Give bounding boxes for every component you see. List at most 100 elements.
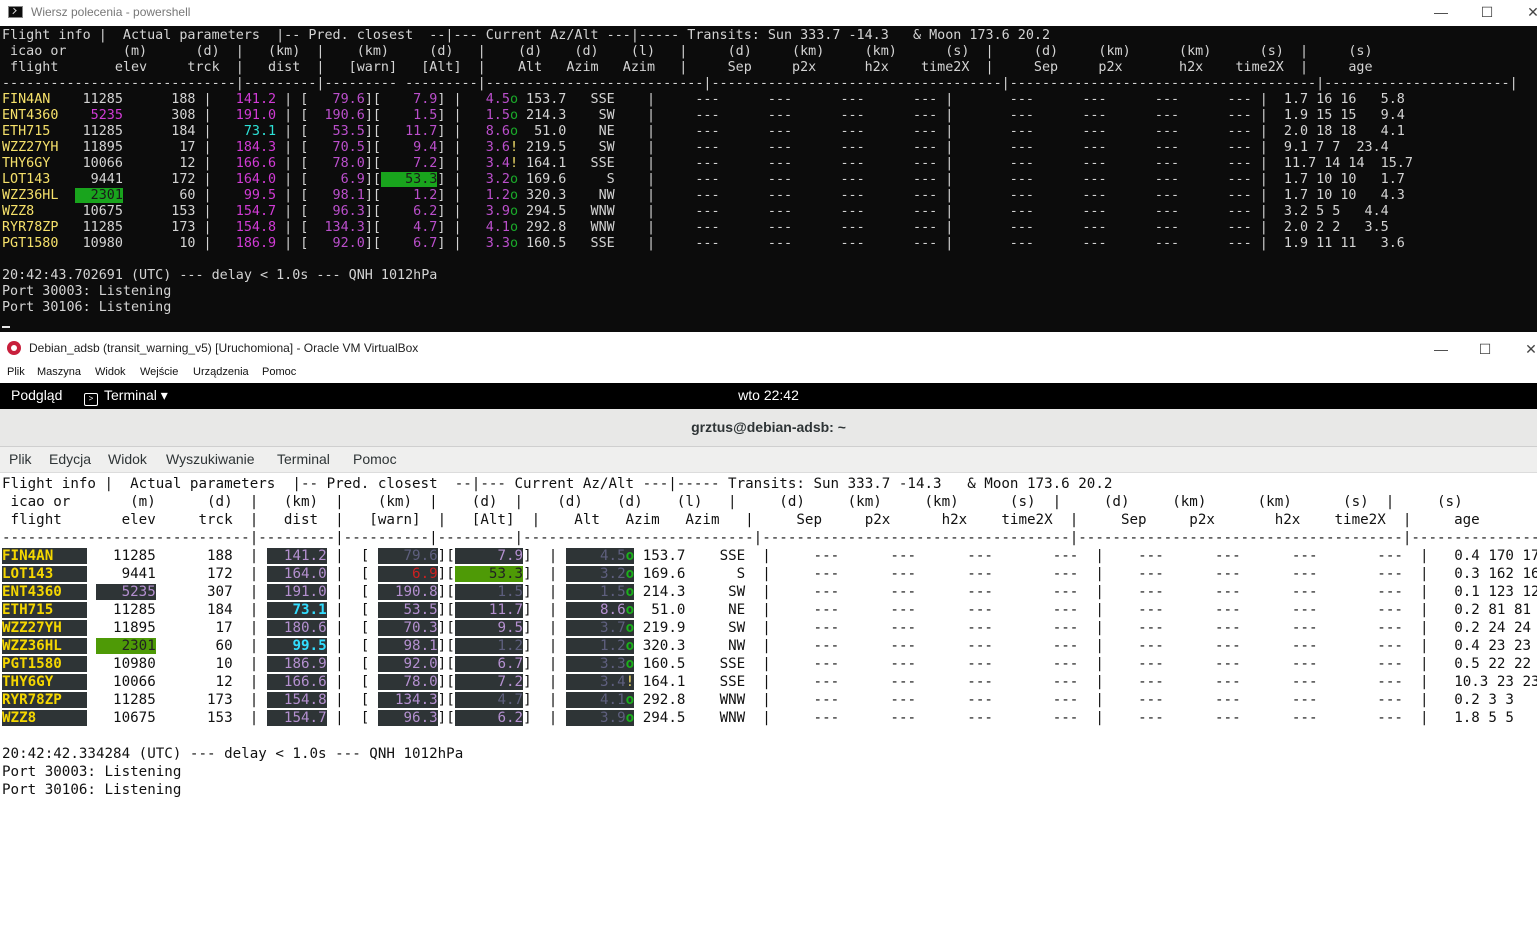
elevation: 5235 (95, 584, 156, 600)
azimuth: 153.7 (518, 92, 567, 107)
warn-distance: 134.3 (377, 692, 438, 708)
current-alt: 1.2 (461, 188, 510, 203)
elevation: 5235 (74, 108, 123, 123)
moon-transit-cols: --- --- --- --- | (1121, 584, 1455, 600)
vb-menu-maszyna[interactable]: Maszyna (37, 366, 81, 378)
cursor-caret (2, 326, 10, 328)
flight-id: ENT4360 (2, 584, 88, 600)
powershell-terminal[interactable]: Flight info | Actual parameters |-- Pred… (0, 26, 1537, 332)
flight-id: ETH715 (2, 124, 67, 139)
distance: 191.0 (211, 108, 277, 123)
gt-menu-widok[interactable]: Widok (108, 451, 147, 467)
warn-distance: 190.6 (316, 108, 365, 123)
age: 2.0 18 18 4.1 (1283, 124, 1405, 139)
azimuth-letter: SSE (685, 656, 746, 672)
table-row: WZZ27YH 11895 17 | 180.6 | [ 70.3][ 9.5]… (2, 619, 1537, 637)
table-row: WZZ8 10675 153 | 154.7 | [ 96.3][ 6.2] |… (2, 204, 1389, 219)
distance: 73.1 (266, 602, 327, 618)
table-row: LOT143 9441 172 | 164.0 | [ 6.9][ 53.3] … (2, 172, 1405, 187)
track: 17 (147, 140, 196, 155)
azimuth: 160.5 (518, 236, 567, 251)
track: 153 (189, 710, 233, 726)
track: 10 (147, 236, 196, 251)
sun-transit-cols: --- --- --- --- | (770, 656, 1122, 672)
header-line: Flight info | Actual parameters |-- Pred… (2, 28, 1051, 43)
table-row: PGT1580 10980 10 | 186.9 | [ 92.0][ 6.7]… (2, 655, 1537, 673)
vb-menu-widok[interactable]: Widok (95, 366, 126, 378)
minimize-button[interactable]: — (1418, 0, 1464, 26)
warn-distance: 78.0 (316, 156, 365, 171)
azimuth-letter: WNW (566, 220, 615, 235)
table-row: WZZ36HL 2301 60 | 99.5 | [ 98.1][ 1.2] |… (2, 188, 1405, 203)
alt-marker: o (509, 236, 518, 251)
alt-marker: ! (509, 156, 518, 171)
distance: 164.0 (266, 566, 327, 582)
gt-menu-terminal[interactable]: Terminal (277, 451, 330, 467)
age: 0.2 81 81 7.3 (1454, 602, 1532, 618)
azimuth: 160.5 (634, 656, 686, 672)
sun-transit-cols: | --- --- --- --- | (638, 220, 962, 235)
maximize-button[interactable]: ☐ (1464, 0, 1510, 26)
flight-id: RYR78ZP (2, 220, 67, 235)
track: 172 (147, 172, 196, 187)
vb-menu-pomoc[interactable]: Pomoc (262, 366, 296, 378)
flight-id: THY6GY (2, 156, 67, 171)
azimuth-letter: SW (685, 584, 746, 600)
distance: 154.8 (266, 692, 327, 708)
distance: 191.0 (266, 584, 327, 600)
port-status: Port 30003: Listening (2, 764, 182, 780)
predicted-alt: 7.9 (454, 548, 524, 564)
flight-id: ENT4360 (2, 108, 67, 123)
moon-transit-cols: --- --- --- --- | (961, 220, 1284, 235)
gt-menu-wyszukiwanie[interactable]: Wyszukiwanie (166, 451, 255, 467)
virtualbox-titlebar[interactable]: Debian_adsb (transit_warning_v5) [Urucho… (0, 337, 1537, 363)
vb-close-button[interactable]: ✕ (1508, 337, 1537, 363)
warn-distance: 98.1 (377, 638, 438, 654)
gt-menu-edycja[interactable]: Edycja (49, 451, 91, 467)
age: 1.7 16 16 5.8 (1283, 92, 1405, 107)
warn-distance: 190.8 (377, 584, 438, 600)
status-line: 20:42:43.702691 (UTC) --- delay < 1.0s -… (2, 268, 438, 283)
header-line: flight elev trck | dist | [warn] [Alt] |… (2, 60, 1373, 75)
gnome-terminal-body[interactable]: Flight info | Actual parameters |-- Pred… (0, 473, 1537, 928)
gnome-terminal-headerbar[interactable]: grztus@debian-adsb: ~ (0, 409, 1537, 447)
sun-transit-cols: | --- --- --- --- | (638, 156, 962, 171)
alt-marker: o (509, 108, 518, 123)
predicted-alt: 7.9 (380, 92, 438, 107)
flight-id: WZZ27YH (2, 140, 67, 155)
azimuth-letter: NE (566, 124, 615, 139)
current-alt: 8.6 (565, 602, 626, 618)
age: 1.9 11 11 3.6 (1283, 236, 1405, 251)
elevation: 11895 (74, 140, 123, 155)
vb-maximize-button[interactable]: ☐ (1462, 337, 1508, 363)
gnome-terminal-title: grztus@debian-adsb: ~ (691, 419, 846, 435)
gt-menu-plik[interactable]: Plik (9, 451, 32, 467)
sun-transit-cols: | --- --- --- --- | (638, 108, 962, 123)
clock[interactable]: wto 22:42 (0, 387, 1537, 403)
moon-transit-cols: --- --- --- --- | (1121, 620, 1455, 636)
powershell-titlebar[interactable]: Wiersz polecenia - powershell — ☐ ✕ (0, 0, 1537, 26)
azimuth: 219.5 (518, 140, 567, 155)
moon-transit-cols: --- --- --- --- | (1121, 692, 1455, 708)
distance: 186.9 (266, 656, 327, 672)
azimuth: 214.3 (634, 584, 686, 600)
flight-id: WZZ27YH (2, 620, 88, 636)
elevation: 9441 (95, 566, 156, 582)
azimuth-letter: SSE (685, 548, 746, 564)
table-row: ENT4360 5235 307 | 191.0 | [ 190.8][ 1.5… (2, 583, 1537, 601)
vb-menu-urzadzenia[interactable]: Urządzenia (193, 366, 249, 378)
gt-menu-pomoc[interactable]: Pomoc (353, 451, 397, 467)
vb-minimize-button[interactable]: — (1418, 337, 1464, 363)
track: 60 (189, 638, 233, 654)
close-button[interactable]: ✕ (1510, 0, 1537, 26)
predicted-alt: 7.2 (380, 156, 438, 171)
vb-menu-plik[interactable]: Plik (7, 366, 25, 378)
vb-menu-wejscie[interactable]: Wejście (140, 366, 178, 378)
sun-transit-cols: | --- --- --- --- | (638, 236, 962, 251)
warn-distance: 78.0 (377, 674, 438, 690)
moon-transit-cols: --- --- --- --- | (961, 140, 1284, 155)
current-alt: 4.5 (461, 92, 510, 107)
azimuth: 164.1 (634, 674, 686, 690)
predicted-alt: 53.3 (454, 566, 524, 582)
